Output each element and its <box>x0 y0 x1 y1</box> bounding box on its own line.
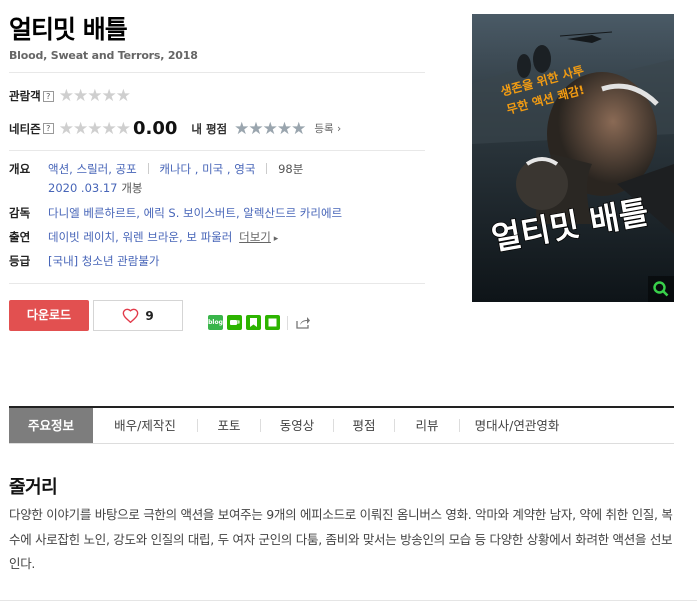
cast-link[interactable]: 데이빗 레이치 <box>48 230 115 244</box>
register-label: 등록 <box>314 123 334 135</box>
grade-row: [국내] 청소년 관람불가 <box>48 253 160 269</box>
cast-link[interactable]: 워렌 브라운 <box>122 230 179 244</box>
netizen-score: 0.00 <box>132 118 178 139</box>
tab-cast-crew[interactable]: 배우/제작진 <box>93 408 197 443</box>
share-bar: blog <box>208 315 311 330</box>
cafe-share-icon[interactable] <box>227 315 242 330</box>
synopsis-heading: 줄거리 <box>9 477 58 498</box>
my-rating-stars[interactable]: ★★★★★ <box>234 119 306 139</box>
caret-right-icon: ▸ <box>270 234 279 244</box>
download-button[interactable]: 다운로드 <box>9 300 89 331</box>
movie-subtitle: Blood, Sweat and Terrors, 2018 <box>9 49 198 62</box>
tab-videos[interactable]: 동영상 <box>261 408 333 443</box>
tab-ratings[interactable]: 평점 <box>334 408 394 443</box>
divider <box>9 150 425 151</box>
movie-title: 얼티밋 배틀 <box>9 15 128 44</box>
grade-label: 등급 <box>9 254 31 268</box>
netizen-rating-row: 네티즌 ? ★★★★★ 0.00 내 평점 ★★★★★ 등록 › <box>9 118 341 139</box>
country-link[interactable]: 미국 <box>202 162 223 176</box>
cast-label: 출연 <box>9 230 31 244</box>
synopsis-text: 다양한 이야기를 바탕으로 극한의 액션을 보여주는 9개의 에피소드로 이뤄진… <box>9 507 673 571</box>
register-rating-link[interactable]: 등록 › <box>314 121 341 136</box>
grade-link[interactable]: [국내] 청소년 관람불가 <box>48 254 160 268</box>
genre-link[interactable]: 공포 <box>116 162 137 176</box>
runtime: 98분 <box>278 162 304 176</box>
country-link[interactable]: 캐나다 <box>159 162 191 176</box>
genre-link[interactable]: 스릴러 <box>76 162 108 176</box>
like-button[interactable]: 9 <box>93 300 183 331</box>
tab-reviews[interactable]: 리뷰 <box>395 408 459 443</box>
audience-rating-row: 관람객 ? ★★★★★ <box>9 86 131 106</box>
tab-quotes-related[interactable]: 명대사/연관영화 <box>460 408 574 443</box>
director-link[interactable]: 에릭 S. 보이스버트 <box>144 206 236 220</box>
country-link[interactable]: 영국 <box>234 162 255 176</box>
share-icon[interactable] <box>295 315 311 330</box>
cast-row: 데이빗 레이치, 워렌 브라운, 보 파울러 더보기 ▸ <box>48 230 279 244</box>
more-label: 더보기 <box>239 230 271 244</box>
director-link[interactable]: 알렉산드르 카리에르 <box>243 206 342 220</box>
separator <box>287 315 288 330</box>
blog-share-icon[interactable]: blog <box>208 315 223 330</box>
bookmark-share-icon[interactable] <box>246 315 261 330</box>
divider <box>0 600 697 601</box>
release-suffix: 개봉 <box>121 181 143 195</box>
release-date-link[interactable]: 2020 .03.17 <box>48 181 118 195</box>
memo-share-icon[interactable] <box>265 315 280 330</box>
help-icon[interactable]: ? <box>42 123 54 134</box>
tab-main-info[interactable]: 주요정보 <box>9 408 93 443</box>
heart-icon <box>122 308 139 323</box>
like-count: 9 <box>145 308 154 323</box>
netizen-stars: ★★★★★ <box>58 118 131 139</box>
separator <box>266 163 268 174</box>
magnifier-icon <box>653 281 669 297</box>
release-row: 2020 .03.17 개봉 <box>48 180 143 196</box>
overview-row: 액션, 스릴러, 공포 캐나다 , 미국 , 영국 98분 <box>48 162 304 176</box>
director-row: 다니엘 베른하르트, 에릭 S. 보이스버트, 알렉산드르 카리에르 <box>48 206 343 220</box>
divider <box>9 72 425 73</box>
chevron-right-icon: › <box>333 123 342 135</box>
genre-link[interactable]: 액션 <box>48 162 69 176</box>
overview-label: 개요 <box>9 162 31 176</box>
audience-stars: ★★★★★ <box>58 86 131 106</box>
help-icon[interactable]: ? <box>42 90 54 102</box>
tab-photos[interactable]: 포토 <box>198 408 260 443</box>
cast-link[interactable]: 보 파울러 <box>186 230 232 244</box>
director-label: 감독 <box>9 206 31 220</box>
zoom-button[interactable] <box>648 276 674 302</box>
netizen-label: 네티즌 <box>9 121 41 136</box>
cast-more-link[interactable]: 더보기 <box>239 230 271 244</box>
content-tabs: 주요정보 배우/제작진 포토 동영상 평점 리뷰 명대사/연관영화 <box>9 406 674 444</box>
director-link[interactable]: 다니엘 베른하르트 <box>48 206 136 220</box>
separator <box>147 163 149 174</box>
movie-poster[interactable]: 생존을 위한 사투 무한 액션 쾌감! 얼티밋 배틀 <box>472 14 674 302</box>
audience-label: 관람객 <box>9 89 41 103</box>
divider <box>9 283 425 284</box>
poster-image: 생존을 위한 사투 무한 액션 쾌감! 얼티밋 배틀 <box>472 14 674 302</box>
my-rating-label: 내 평점 <box>191 121 228 136</box>
